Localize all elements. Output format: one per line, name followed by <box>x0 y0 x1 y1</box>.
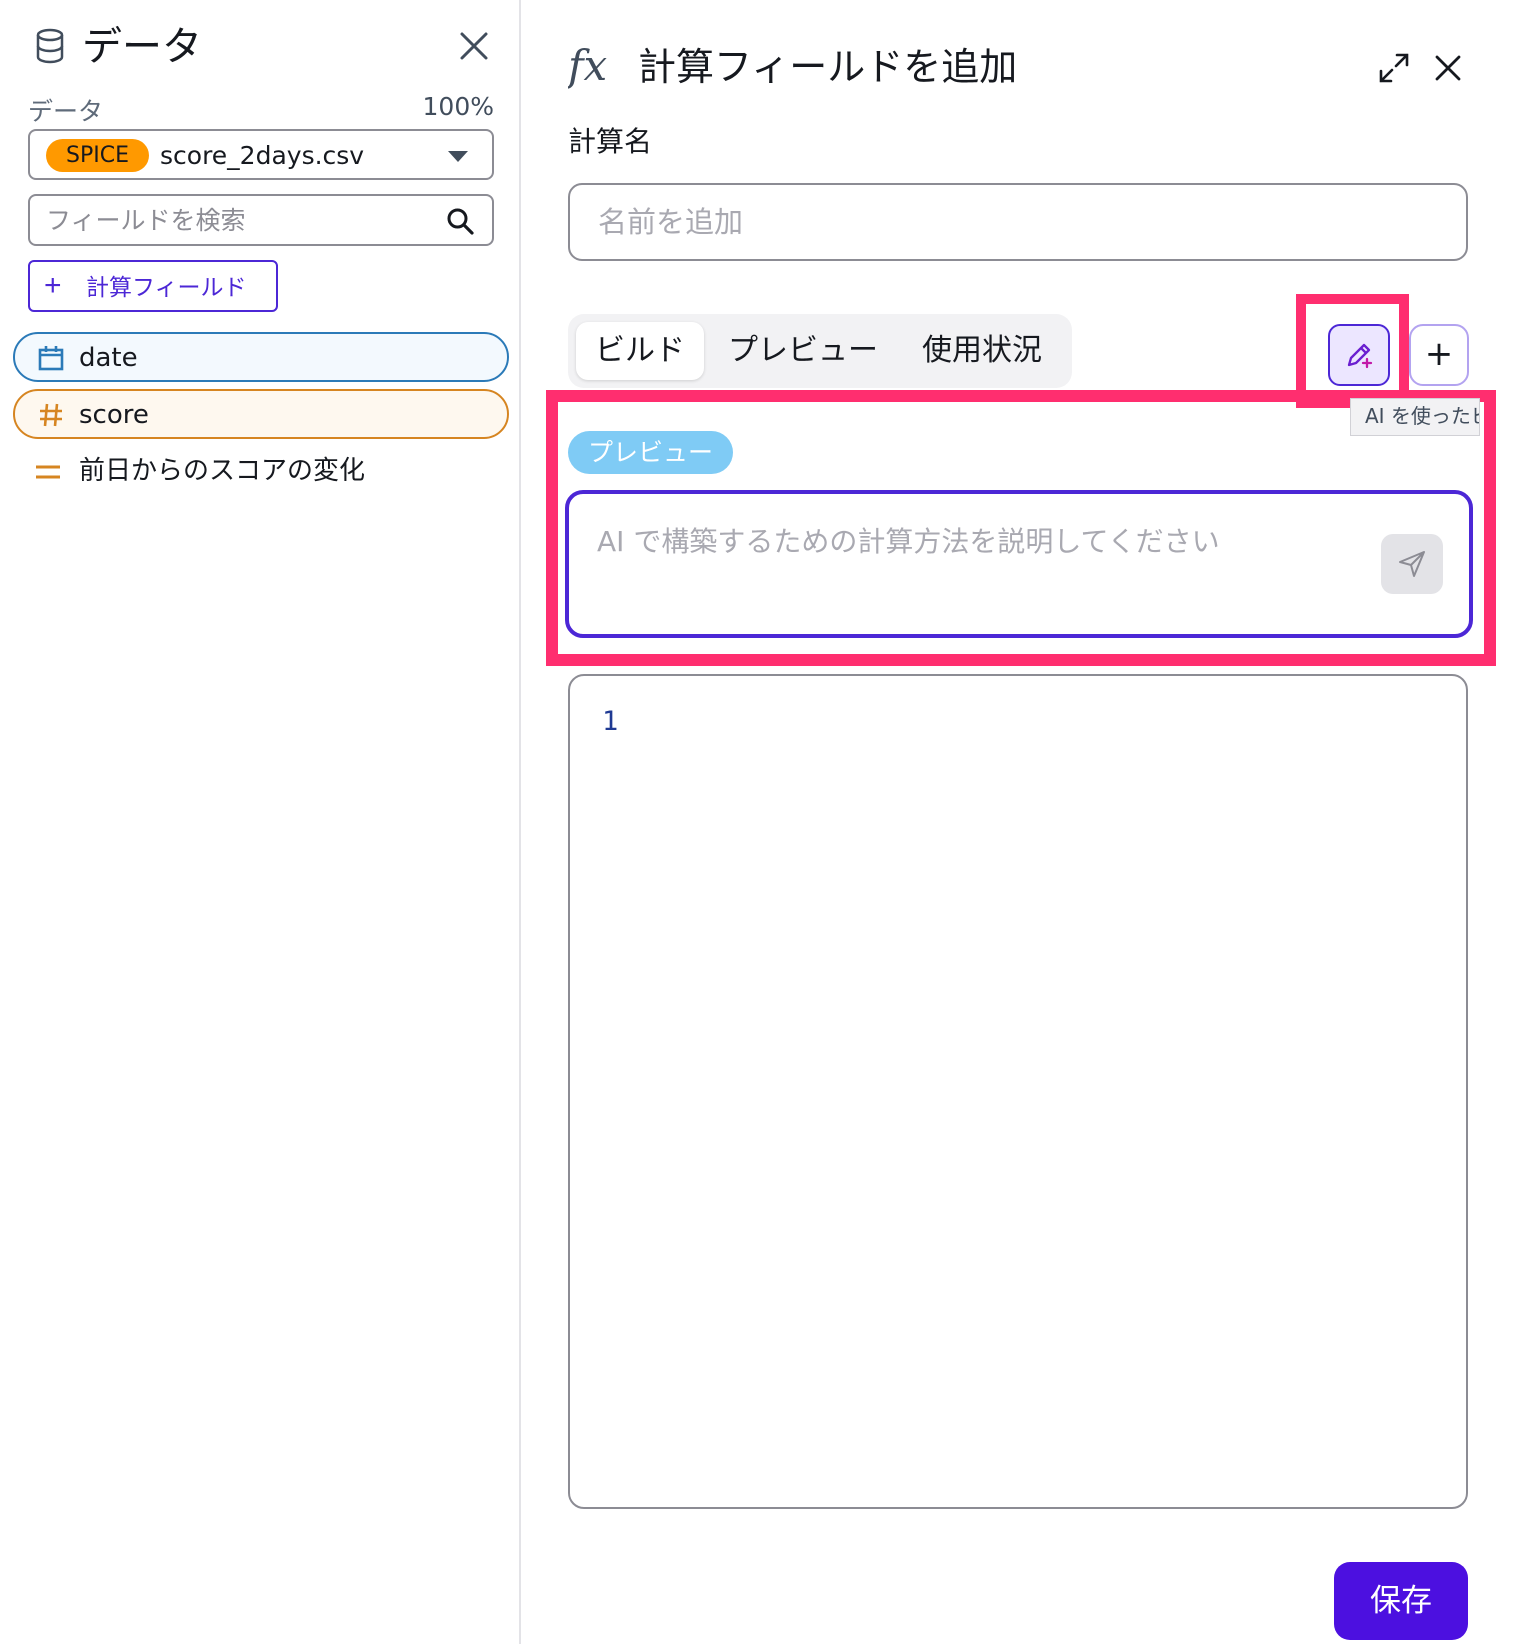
line-number: 1 <box>602 706 619 737</box>
field-date[interactable]: date <box>13 332 509 382</box>
search-icon[interactable] <box>446 207 474 235</box>
spice-badge: SPICE <box>46 139 149 172</box>
dataset-name: score_2days.csv <box>160 141 365 170</box>
close-icon[interactable] <box>454 26 494 66</box>
expand-icon[interactable] <box>1378 52 1410 84</box>
fx-icon: fx <box>568 41 608 90</box>
send-icon <box>1399 551 1425 577</box>
calc-panel-title: 計算フィールドを追加 <box>638 45 1018 89</box>
save-button[interactable]: 保存 <box>1334 1562 1468 1640</box>
calc-tabs: ビルド プレビュー 使用状況 <box>568 314 1072 388</box>
field-search-input[interactable] <box>46 204 436 236</box>
close-icon[interactable] <box>1432 52 1464 84</box>
dataset-select[interactable]: SPICE score_2days.csv <box>28 129 494 180</box>
dataset-label: データ <box>28 97 104 126</box>
ai-assist-button[interactable] <box>1328 324 1390 386</box>
field-name: score <box>79 400 149 430</box>
ai-prompt-input[interactable] <box>597 520 1357 610</box>
data-panel-title: データ <box>82 24 202 70</box>
data-panel-header: データ <box>34 22 494 72</box>
calc-name-input[interactable] <box>568 183 1468 261</box>
plus-icon: + <box>44 269 62 302</box>
pencil-sparkle-icon <box>1347 343 1373 369</box>
tab-preview[interactable]: プレビュー <box>728 322 878 380</box>
ai-prompt-box <box>565 490 1473 638</box>
add-calculated-field-label: 計算フィールド <box>86 274 247 300</box>
ai-tooltip: AI を使ったビ <box>1350 398 1480 436</box>
send-button[interactable] <box>1381 534 1443 594</box>
calendar-icon <box>38 346 64 371</box>
hash-icon <box>40 403 62 427</box>
tab-usage[interactable]: 使用状況 <box>922 322 1042 380</box>
field-name: date <box>79 343 138 373</box>
field-calculated-score-change[interactable]: 前日からのスコアの変化 <box>13 446 509 496</box>
field-name: 前日からのスコアの変化 <box>79 456 366 486</box>
formula-editor[interactable]: 1 <box>568 674 1468 1509</box>
preview-badge: プレビュー <box>568 431 734 474</box>
page: データ データ 100% SPICE score_2days.csv + 計算フ… <box>0 0 1536 1644</box>
add-button[interactable]: + <box>1409 324 1469 386</box>
svg-text:fx: fx <box>568 41 608 90</box>
database-icon <box>36 28 64 64</box>
equals-icon <box>36 465 60 479</box>
add-calculated-field-button[interactable]: + 計算フィールド <box>28 260 278 312</box>
dataset-percent: 100% <box>422 92 494 121</box>
calc-name-label: 計算名 <box>568 125 653 158</box>
data-panel: データ データ 100% SPICE score_2days.csv + 計算フ… <box>0 0 521 1644</box>
tab-build[interactable]: ビルド <box>576 322 704 380</box>
field-search <box>28 194 494 246</box>
dataset-row: データ 100% <box>28 92 494 126</box>
field-score[interactable]: score <box>13 389 509 439</box>
caret-down-icon <box>448 151 468 162</box>
